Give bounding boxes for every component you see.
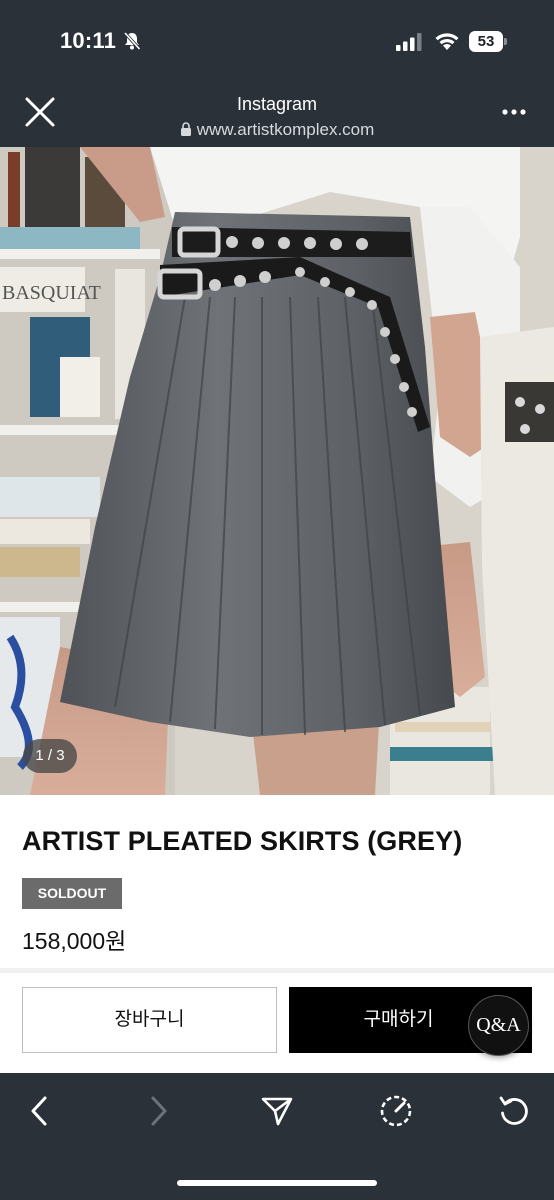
page-title: Instagram (236, 94, 318, 114)
top-chrome: 10:11 53 Instagram www.artistkomplex.com (0, 0, 554, 147)
back-arrow-icon[interactable] (22, 1093, 58, 1129)
product-price: 158,000원 (22, 928, 127, 954)
share-send-icon[interactable] (259, 1093, 295, 1129)
bell-slash-icon (123, 31, 141, 51)
url-text: www.artistkomplex.com (196, 120, 375, 139)
lock-icon (180, 122, 191, 136)
signal-icon (396, 33, 422, 51)
url-bar[interactable]: www.artistkomplex.com (0, 120, 554, 140)
status-badge: SOLDOUT (22, 878, 122, 909)
status-time: 10:11 (60, 28, 117, 53)
section-divider (0, 968, 554, 973)
add-to-cart-button[interactable]: 장바구니 (22, 987, 277, 1053)
buy-now-label: 구매하기 (363, 1009, 434, 1030)
home-indicator[interactable] (177, 1180, 377, 1186)
forward-arrow-icon[interactable] (140, 1093, 176, 1129)
more-icon[interactable] (500, 102, 528, 122)
battery-level: 53 (469, 31, 503, 52)
qa-floating-button[interactable]: Q&A (468, 995, 529, 1056)
svg-text:BASQUIAT: BASQUIAT (2, 282, 101, 304)
product-image[interactable]: BASQUIAT (0, 147, 554, 795)
compass-icon[interactable] (378, 1093, 414, 1129)
product-photo: BASQUIAT (0, 147, 554, 795)
wifi-icon (435, 33, 459, 50)
battery-icon: 53 (469, 31, 507, 52)
browser-header: Instagram www.artistkomplex.com (0, 80, 554, 147)
status-bar: 10:11 53 (0, 0, 554, 80)
image-counter: 1 / 3 (23, 739, 77, 773)
reload-icon[interactable] (496, 1093, 532, 1129)
battery-tip (504, 38, 507, 45)
product-title: ARTIST PLEATED SKIRTS (GREY) (22, 826, 463, 856)
